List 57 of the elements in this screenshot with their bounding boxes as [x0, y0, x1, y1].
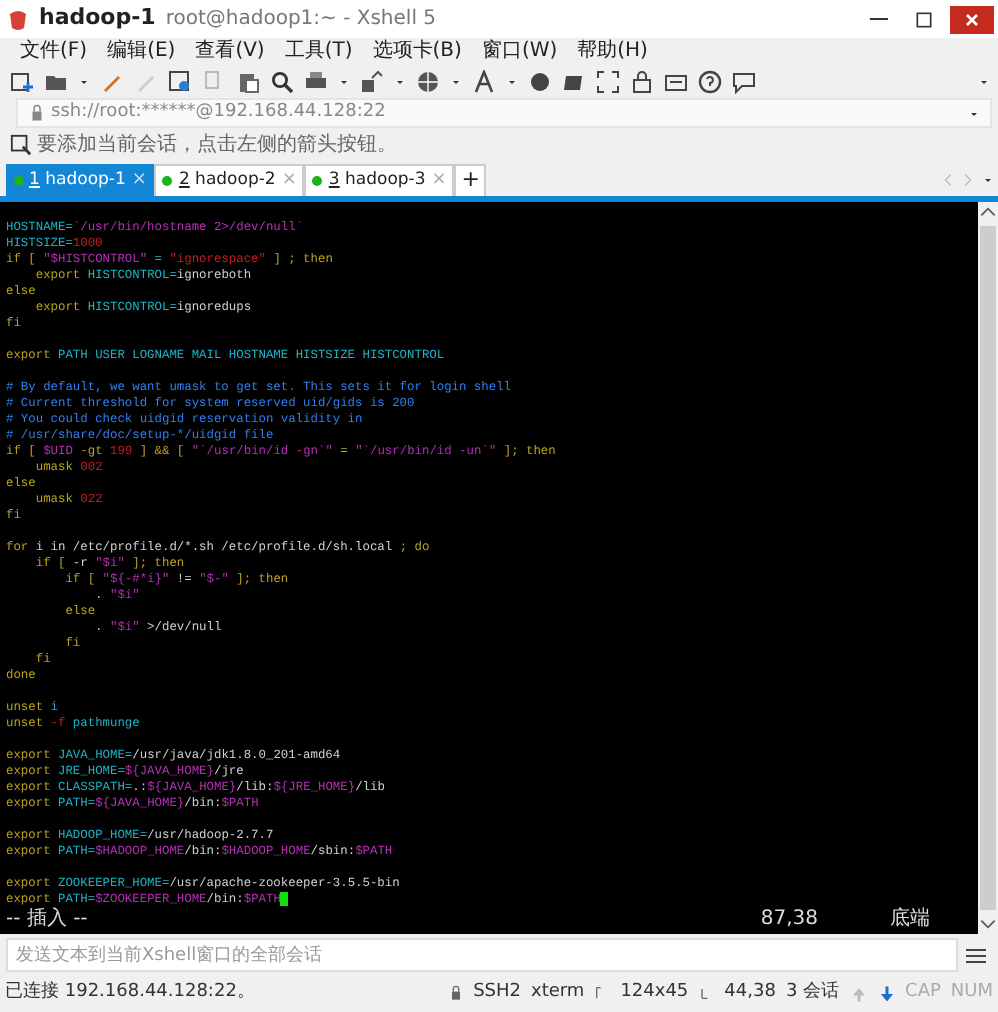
menu-item[interactable]: 窗口(W) [481, 39, 558, 63]
status-dot [162, 176, 173, 186]
cursor-position: 87,38 [760, 908, 818, 932]
maximize-icon [914, 9, 934, 29]
connection-status: 已连接 192.168.44.128:22。 [5, 979, 255, 1006]
terminal-size: 124x45 [620, 979, 689, 1006]
down-arrow-icon [877, 983, 896, 1003]
fullscreen-icon[interactable] [596, 69, 620, 93]
close-icon [961, 9, 981, 29]
properties-icon[interactable] [168, 69, 192, 93]
send-text-field[interactable]: 发送文本到当前Xshell窗口的全部会话 [6, 938, 958, 972]
menu-item[interactable]: 选项卡(B) [372, 39, 462, 63]
globe-icon[interactable] [416, 69, 440, 93]
keyboard-icon[interactable] [664, 69, 688, 93]
search-icon[interactable] [270, 69, 294, 93]
lock-icon [28, 104, 46, 122]
minimize-icon [870, 18, 888, 20]
terminal-type: xterm [531, 979, 585, 1006]
session-tab[interactable]: 2 hadoop-2 × [154, 164, 305, 196]
tab-label: 1 hadoop-1 [29, 168, 126, 194]
scroll-position: 底端 [890, 908, 930, 932]
scrollbar-thumb[interactable] [980, 226, 996, 910]
editor-mode: -- 插入 -- [6, 908, 88, 932]
app-logo-icon [5, 7, 29, 31]
printer-icon[interactable] [304, 69, 328, 93]
keyboard-indicator: NUM [950, 979, 993, 1006]
paste-icon[interactable] [236, 69, 260, 93]
new-tab-button[interactable]: + [454, 164, 487, 196]
keyboard-indicator: CAP [905, 979, 941, 1006]
scrollbar[interactable] [978, 202, 998, 934]
menu-item[interactable]: 工具(T) [284, 39, 353, 63]
new-session-icon[interactable] [10, 69, 34, 93]
hint-text: 要添加当前会话，点击左侧的箭头按钮。 [37, 131, 397, 160]
menu-icon[interactable] [964, 943, 988, 967]
menu-item[interactable]: 文件(F) [20, 39, 88, 63]
window-title: hadoop-1 [39, 2, 156, 35]
status-dot [312, 176, 323, 186]
lock-icon [447, 984, 464, 1002]
font-icon[interactable] [472, 69, 496, 93]
window-subtitle: root@hadoop1:~ - Xshell 5 [165, 6, 437, 34]
menu-item[interactable]: 编辑(E) [107, 39, 176, 63]
up-arrow-icon [849, 983, 868, 1003]
lock-icon[interactable] [630, 69, 654, 93]
tab-label: 3 hadoop-3 [328, 168, 426, 194]
chat-icon[interactable] [732, 69, 756, 93]
status-dot [13, 176, 23, 186]
session-tab[interactable]: 3 hadoop-3 × [304, 164, 455, 196]
menu-item[interactable]: 查看(V) [195, 39, 265, 63]
close-button[interactable] [949, 5, 993, 33]
protocol-text: SSH2 [473, 979, 521, 1006]
session-tab[interactable]: 1 hadoop-1 × [5, 164, 155, 196]
address-text: ssh://root:******@192.168.44.128:22 [51, 99, 386, 126]
tab-label: 2 hadoop-2 [178, 168, 276, 194]
help-icon[interactable] [698, 69, 722, 93]
session-count: 3 会话 [785, 979, 840, 1006]
menu-item[interactable]: 帮助(H) [577, 39, 648, 63]
cursor-position: 44,38 [724, 979, 776, 1006]
